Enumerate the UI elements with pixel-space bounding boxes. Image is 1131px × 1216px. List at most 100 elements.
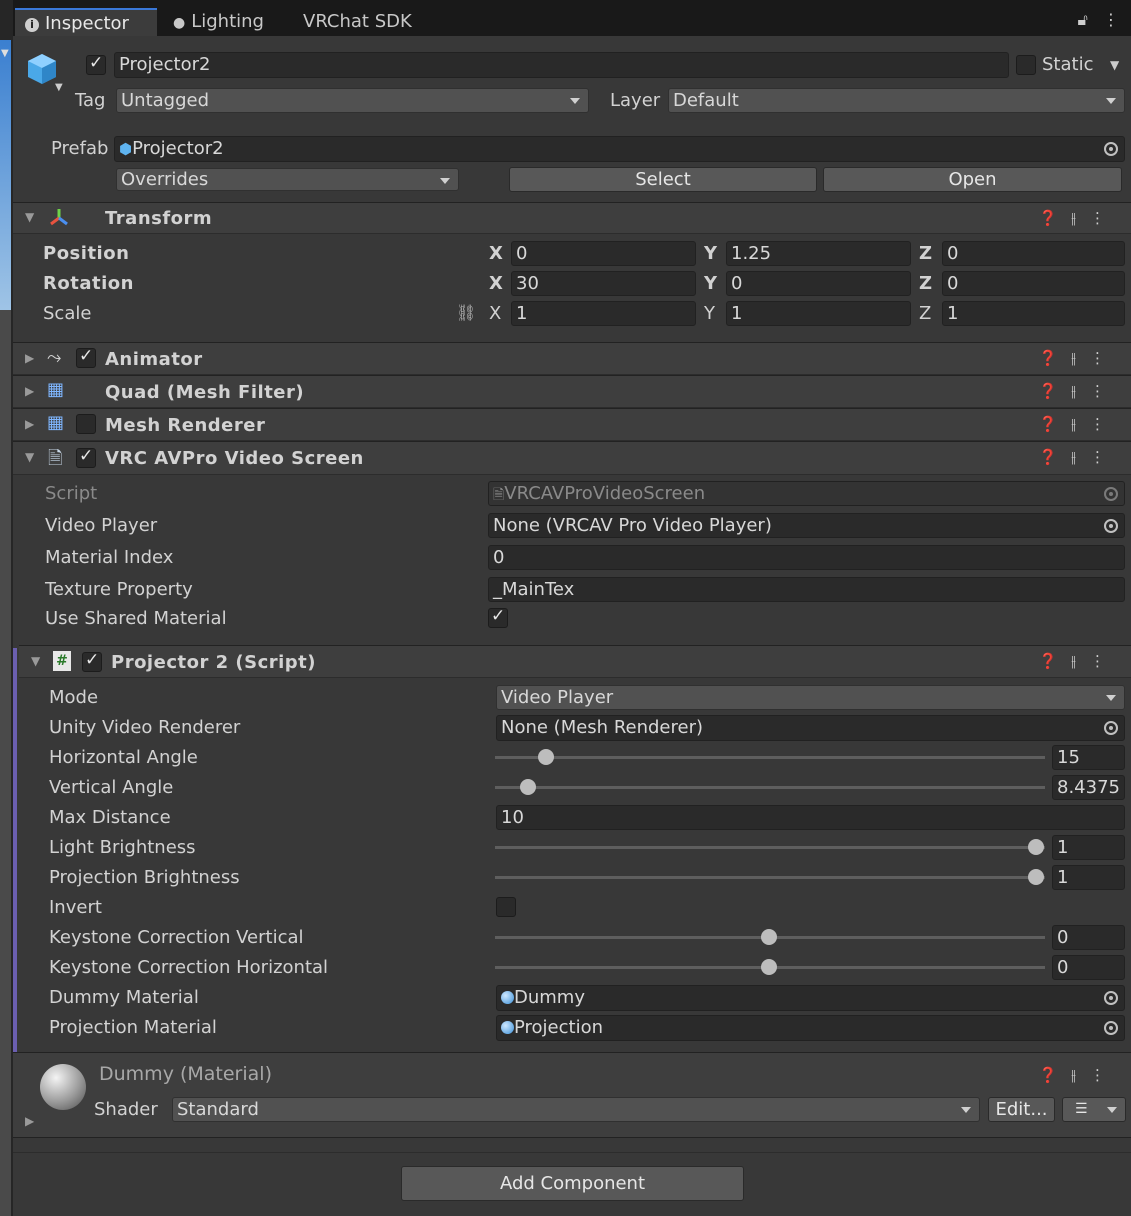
foldout-collapsed-icon[interactable]: ▶ bbox=[25, 1114, 34, 1128]
object-active-toggle[interactable] bbox=[86, 53, 106, 75]
keystone-vertical-label: Keystone Correction Vertical bbox=[49, 927, 304, 948]
projection-brightness-field[interactable]: 1 bbox=[1052, 865, 1125, 890]
foldout-expanded-icon[interactable]: ▼ bbox=[25, 450, 34, 464]
meshrenderer-enabled-toggle[interactable] bbox=[76, 414, 96, 434]
animator-header[interactable]: ▶ ⤳ Animator ❓⫲⋮ bbox=[13, 342, 1131, 375]
position-x-field[interactable]: 0 bbox=[511, 241, 696, 266]
projection-brightness-label: Projection Brightness bbox=[49, 867, 240, 888]
component-header-icons[interactable]: ❓⫲⋮ bbox=[1038, 382, 1119, 400]
keystone-vertical-knob[interactable] bbox=[761, 929, 777, 945]
avpro-enabled-toggle[interactable] bbox=[76, 446, 96, 468]
object-picker-icon[interactable] bbox=[1104, 1021, 1118, 1035]
component-header-icons[interactable]: ❓⫲⋮ bbox=[1038, 349, 1119, 367]
avpro-header[interactable]: ▼ 🗎 VRC AVPro Video Screen ❓⫲⋮ bbox=[13, 441, 1131, 475]
foldout-expanded-icon[interactable]: ▼ bbox=[31, 654, 40, 668]
prefab-cube-icon: ⬢ bbox=[119, 140, 133, 158]
projection-brightness-knob[interactable] bbox=[1028, 869, 1044, 885]
shader-dropdown[interactable]: Standard bbox=[172, 1097, 980, 1122]
tag-dropdown[interactable]: Untagged bbox=[116, 88, 589, 113]
open-button[interactable]: Open bbox=[823, 167, 1122, 192]
component-header-icons[interactable]: ❓⫲⋮ bbox=[1038, 415, 1119, 433]
projection-material-field[interactable]: Projection bbox=[496, 1015, 1125, 1041]
constrain-proportions-icon[interactable]: ⛓ bbox=[456, 303, 476, 322]
max-distance-label: Max Distance bbox=[49, 807, 171, 828]
csharp-script-icon: # bbox=[53, 651, 71, 671]
rotation-z-field[interactable]: 0 bbox=[942, 271, 1125, 296]
edit-shader-button[interactable]: Edit... bbox=[988, 1097, 1055, 1122]
component-header-icons[interactable]: ❓⫲⋮ bbox=[1038, 209, 1119, 227]
horizontal-angle-knob[interactable] bbox=[538, 749, 554, 765]
shader-options-dropdown[interactable]: ☰ bbox=[1062, 1097, 1126, 1122]
foldout-collapsed-icon[interactable]: ▶ bbox=[25, 417, 34, 431]
scale-z-field[interactable]: 1 bbox=[942, 301, 1125, 326]
tab-inspector[interactable]: i Inspector bbox=[15, 8, 157, 36]
transform-header[interactable]: ▼ Transform ❓⫲⋮ bbox=[13, 202, 1131, 234]
foldout-collapsed-icon[interactable]: ▶ bbox=[25, 351, 34, 365]
keystone-horizontal-knob[interactable] bbox=[761, 959, 777, 975]
object-picker-icon[interactable] bbox=[1104, 518, 1118, 533]
scale-y-field[interactable]: 1 bbox=[726, 301, 911, 326]
mode-dropdown[interactable]: Video Player bbox=[496, 685, 1125, 710]
tab-vrchat-sdk[interactable]: VRChat SDK bbox=[293, 8, 433, 36]
axis-z-label: Z bbox=[919, 243, 933, 264]
layer-dropdown[interactable]: Default bbox=[668, 88, 1125, 113]
rotation-x-field[interactable]: 30 bbox=[511, 271, 696, 296]
light-brightness-knob[interactable] bbox=[1028, 839, 1044, 855]
component-header-icons[interactable]: ❓⫲⋮ bbox=[1038, 448, 1119, 466]
object-name-field[interactable]: Projector2 bbox=[114, 52, 1009, 78]
meshfilter-title: Quad (Mesh Filter) bbox=[105, 382, 305, 403]
animator-title: Animator bbox=[105, 349, 203, 370]
axis-x-label: X bbox=[489, 243, 504, 264]
material-index-field[interactable]: 0 bbox=[488, 545, 1125, 570]
tab-lighting[interactable]: ● Lighting bbox=[163, 8, 287, 36]
horizontal-angle-slider[interactable] bbox=[495, 756, 1045, 759]
invert-checkbox[interactable] bbox=[496, 897, 516, 917]
unity-video-renderer-field[interactable]: None (Mesh Renderer) bbox=[496, 715, 1125, 741]
shader-label: Shader bbox=[94, 1099, 158, 1120]
foldout-expanded-icon[interactable]: ▼ bbox=[25, 210, 34, 224]
foldout-collapsed-icon[interactable]: ▶ bbox=[25, 384, 34, 398]
add-component-button[interactable]: Add Component bbox=[401, 1166, 744, 1201]
meshrenderer-header[interactable]: ▶ ▦ Mesh Renderer ❓⫲⋮ bbox=[13, 408, 1131, 441]
object-picker-icon[interactable] bbox=[1104, 991, 1118, 1005]
prefab-field[interactable]: ⬢Projector2 bbox=[114, 136, 1125, 162]
object-picker-icon[interactable] bbox=[1104, 142, 1118, 156]
projector-enabled-toggle[interactable] bbox=[82, 650, 102, 672]
keystone-horizontal-field[interactable]: 0 bbox=[1052, 955, 1125, 980]
light-brightness-slider[interactable] bbox=[495, 846, 1045, 849]
scale-x-field[interactable]: 1 bbox=[511, 301, 696, 326]
projection-brightness-slider[interactable] bbox=[495, 876, 1045, 879]
meshfilter-header[interactable]: ▶ ▦ Quad (Mesh Filter) ❓⫲⋮ bbox=[13, 375, 1131, 408]
video-player-field[interactable]: None (VRCAV Pro Video Player) bbox=[488, 513, 1125, 538]
static-toggle[interactable] bbox=[1016, 55, 1036, 75]
vertical-angle-slider[interactable] bbox=[495, 786, 1045, 789]
object-icon-dropdown[interactable]: ▼ bbox=[55, 82, 63, 93]
kebab-menu-icon[interactable]: ⋮ bbox=[1103, 10, 1119, 29]
lock-icon[interactable]: 🔓︎ bbox=[1078, 10, 1088, 29]
texture-property-field[interactable]: _MainTex bbox=[488, 577, 1125, 602]
vertical-angle-field[interactable]: 8.4375 bbox=[1052, 775, 1125, 800]
position-z-field[interactable]: 0 bbox=[942, 241, 1125, 266]
component-header-icons[interactable]: ❓⫲⋮ bbox=[1038, 1066, 1119, 1084]
material-index-label: Material Index bbox=[45, 547, 174, 568]
object-picker-icon[interactable] bbox=[1104, 721, 1118, 735]
overrides-dropdown[interactable]: Overrides bbox=[116, 168, 459, 191]
material-preview-sphere bbox=[40, 1064, 86, 1110]
horizontal-angle-field[interactable]: 15 bbox=[1052, 745, 1125, 770]
vertical-angle-knob[interactable] bbox=[520, 779, 536, 795]
select-button[interactable]: Select bbox=[509, 167, 817, 192]
use-shared-material-checkbox[interactable] bbox=[488, 606, 508, 628]
component-header-icons[interactable]: ❓⫲⋮ bbox=[1038, 652, 1119, 670]
animator-enabled-toggle[interactable] bbox=[76, 346, 96, 368]
list-icon: ☰ bbox=[1075, 1101, 1088, 1117]
light-brightness-field[interactable]: 1 bbox=[1052, 835, 1125, 860]
rotation-y-field[interactable]: 0 bbox=[726, 271, 911, 296]
max-distance-field[interactable]: 10 bbox=[496, 805, 1125, 830]
position-y-field[interactable]: 1.25 bbox=[726, 241, 911, 266]
dummy-material-field[interactable]: Dummy bbox=[496, 985, 1125, 1011]
section-divider bbox=[13, 1137, 1131, 1138]
static-dropdown-icon[interactable]: ▼ bbox=[1110, 58, 1119, 72]
keystone-vertical-field[interactable]: 0 bbox=[1052, 925, 1125, 950]
animator-icon: ⤳ bbox=[47, 347, 62, 368]
projector-header[interactable]: ▼ # Projector 2 (Script) ❓⫲⋮ bbox=[19, 645, 1131, 678]
